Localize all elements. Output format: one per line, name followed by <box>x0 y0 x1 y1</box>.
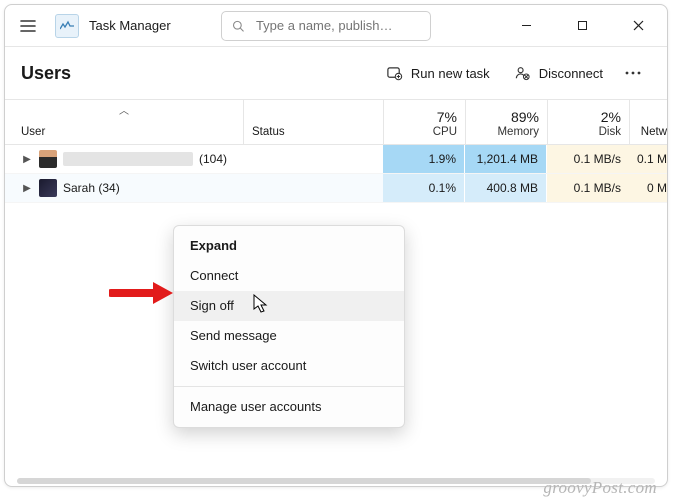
table-row[interactable]: ▶ (104) 1.9% 1,201.4 MB 0.1 MB/s 0.1 M <box>5 145 667 174</box>
run-new-task-icon <box>386 65 403 82</box>
context-menu: Expand Connect Sign off Send message Swi… <box>173 225 405 428</box>
minimize-button[interactable] <box>503 5 549 47</box>
column-cpu-pct: 7% <box>437 109 457 125</box>
annotation-arrow <box>109 280 175 306</box>
column-memory[interactable]: 89% Memory <box>465 100 547 144</box>
menu-item-connect[interactable]: Connect <box>174 261 404 291</box>
menu-item-switch-user[interactable]: Switch user account <box>174 351 404 381</box>
mouse-cursor-icon <box>253 294 271 314</box>
table-row[interactable]: ▶ Sarah (34) 0.1% 400.8 MB 0.1 MB/s 0 M <box>5 174 667 203</box>
menu-item-expand[interactable]: Expand <box>174 231 404 261</box>
user-name-redacted <box>63 152 193 166</box>
column-status[interactable]: Status <box>243 100 383 144</box>
expand-chevron-icon[interactable]: ▶ <box>21 183 33 194</box>
menu-item-send-message[interactable]: Send message <box>174 321 404 351</box>
search-icon <box>232 19 244 33</box>
menu-separator <box>174 386 404 387</box>
search-box[interactable] <box>221 11 431 41</box>
more-icon <box>625 71 641 75</box>
column-user-label: User <box>21 126 243 138</box>
cell-memory: 1,201.4 MB <box>465 145 547 173</box>
watermark: groovyPost.com <box>543 478 657 498</box>
cell-network: 0 M <box>629 174 667 202</box>
command-bar: Users Run new task Disconnect <box>5 47 667 99</box>
run-new-task-label: Run new task <box>411 66 490 81</box>
disconnect-label: Disconnect <box>539 66 603 81</box>
disconnect-button[interactable]: Disconnect <box>502 56 615 90</box>
column-network[interactable]: Netw <box>629 100 667 144</box>
cell-disk: 0.1 MB/s <box>547 174 629 202</box>
user-name: Sarah (34) <box>63 181 120 195</box>
run-new-task-button[interactable]: Run new task <box>374 56 502 90</box>
sort-indicator-icon: ︿ <box>119 102 129 117</box>
column-disk[interactable]: 2% Disk <box>547 100 629 144</box>
cell-memory: 400.8 MB <box>465 174 547 202</box>
task-manager-window: Task Manager Users Run new task Disconne… <box>4 4 668 487</box>
cell-network: 0.1 M <box>629 145 667 173</box>
close-button[interactable] <box>615 5 661 47</box>
table-header: ︿ User Status 7% CPU 89% Memory 2% Disk … <box>5 99 667 145</box>
cell-cpu: 1.9% <box>383 145 465 173</box>
avatar <box>39 150 57 168</box>
column-network-label: Netw <box>641 126 667 138</box>
cell-user: ▶ (104) <box>5 150 243 168</box>
avatar <box>39 179 57 197</box>
menu-item-manage-users[interactable]: Manage user accounts <box>174 392 404 422</box>
cell-user: ▶ Sarah (34) <box>5 179 243 197</box>
cell-cpu: 0.1% <box>383 174 465 202</box>
column-memory-label: Memory <box>497 126 539 138</box>
column-cpu-label: CPU <box>433 126 457 138</box>
maximize-button[interactable] <box>559 5 605 47</box>
column-status-label: Status <box>252 126 285 138</box>
titlebar: Task Manager <box>5 5 667 47</box>
scrollbar-thumb[interactable] <box>17 478 591 484</box>
disconnect-icon <box>514 65 531 82</box>
more-button[interactable] <box>615 56 651 90</box>
users-table: ︿ User Status 7% CPU 89% Memory 2% Disk … <box>5 99 667 203</box>
column-disk-pct: 2% <box>601 109 621 125</box>
column-memory-pct: 89% <box>511 109 539 125</box>
app-icon <box>55 14 79 38</box>
app-title: Task Manager <box>89 18 171 33</box>
column-cpu[interactable]: 7% CPU <box>383 100 465 144</box>
cell-disk: 0.1 MB/s <box>547 145 629 173</box>
search-input[interactable] <box>254 17 420 34</box>
column-user[interactable]: ︿ User <box>5 100 243 144</box>
user-name-suffix: (104) <box>199 152 227 166</box>
menu-button[interactable] <box>11 9 45 43</box>
page-title: Users <box>21 63 71 84</box>
menu-item-sign-off[interactable]: Sign off <box>174 291 404 321</box>
expand-chevron-icon[interactable]: ▶ <box>21 154 33 165</box>
column-disk-label: Disk <box>599 126 621 138</box>
